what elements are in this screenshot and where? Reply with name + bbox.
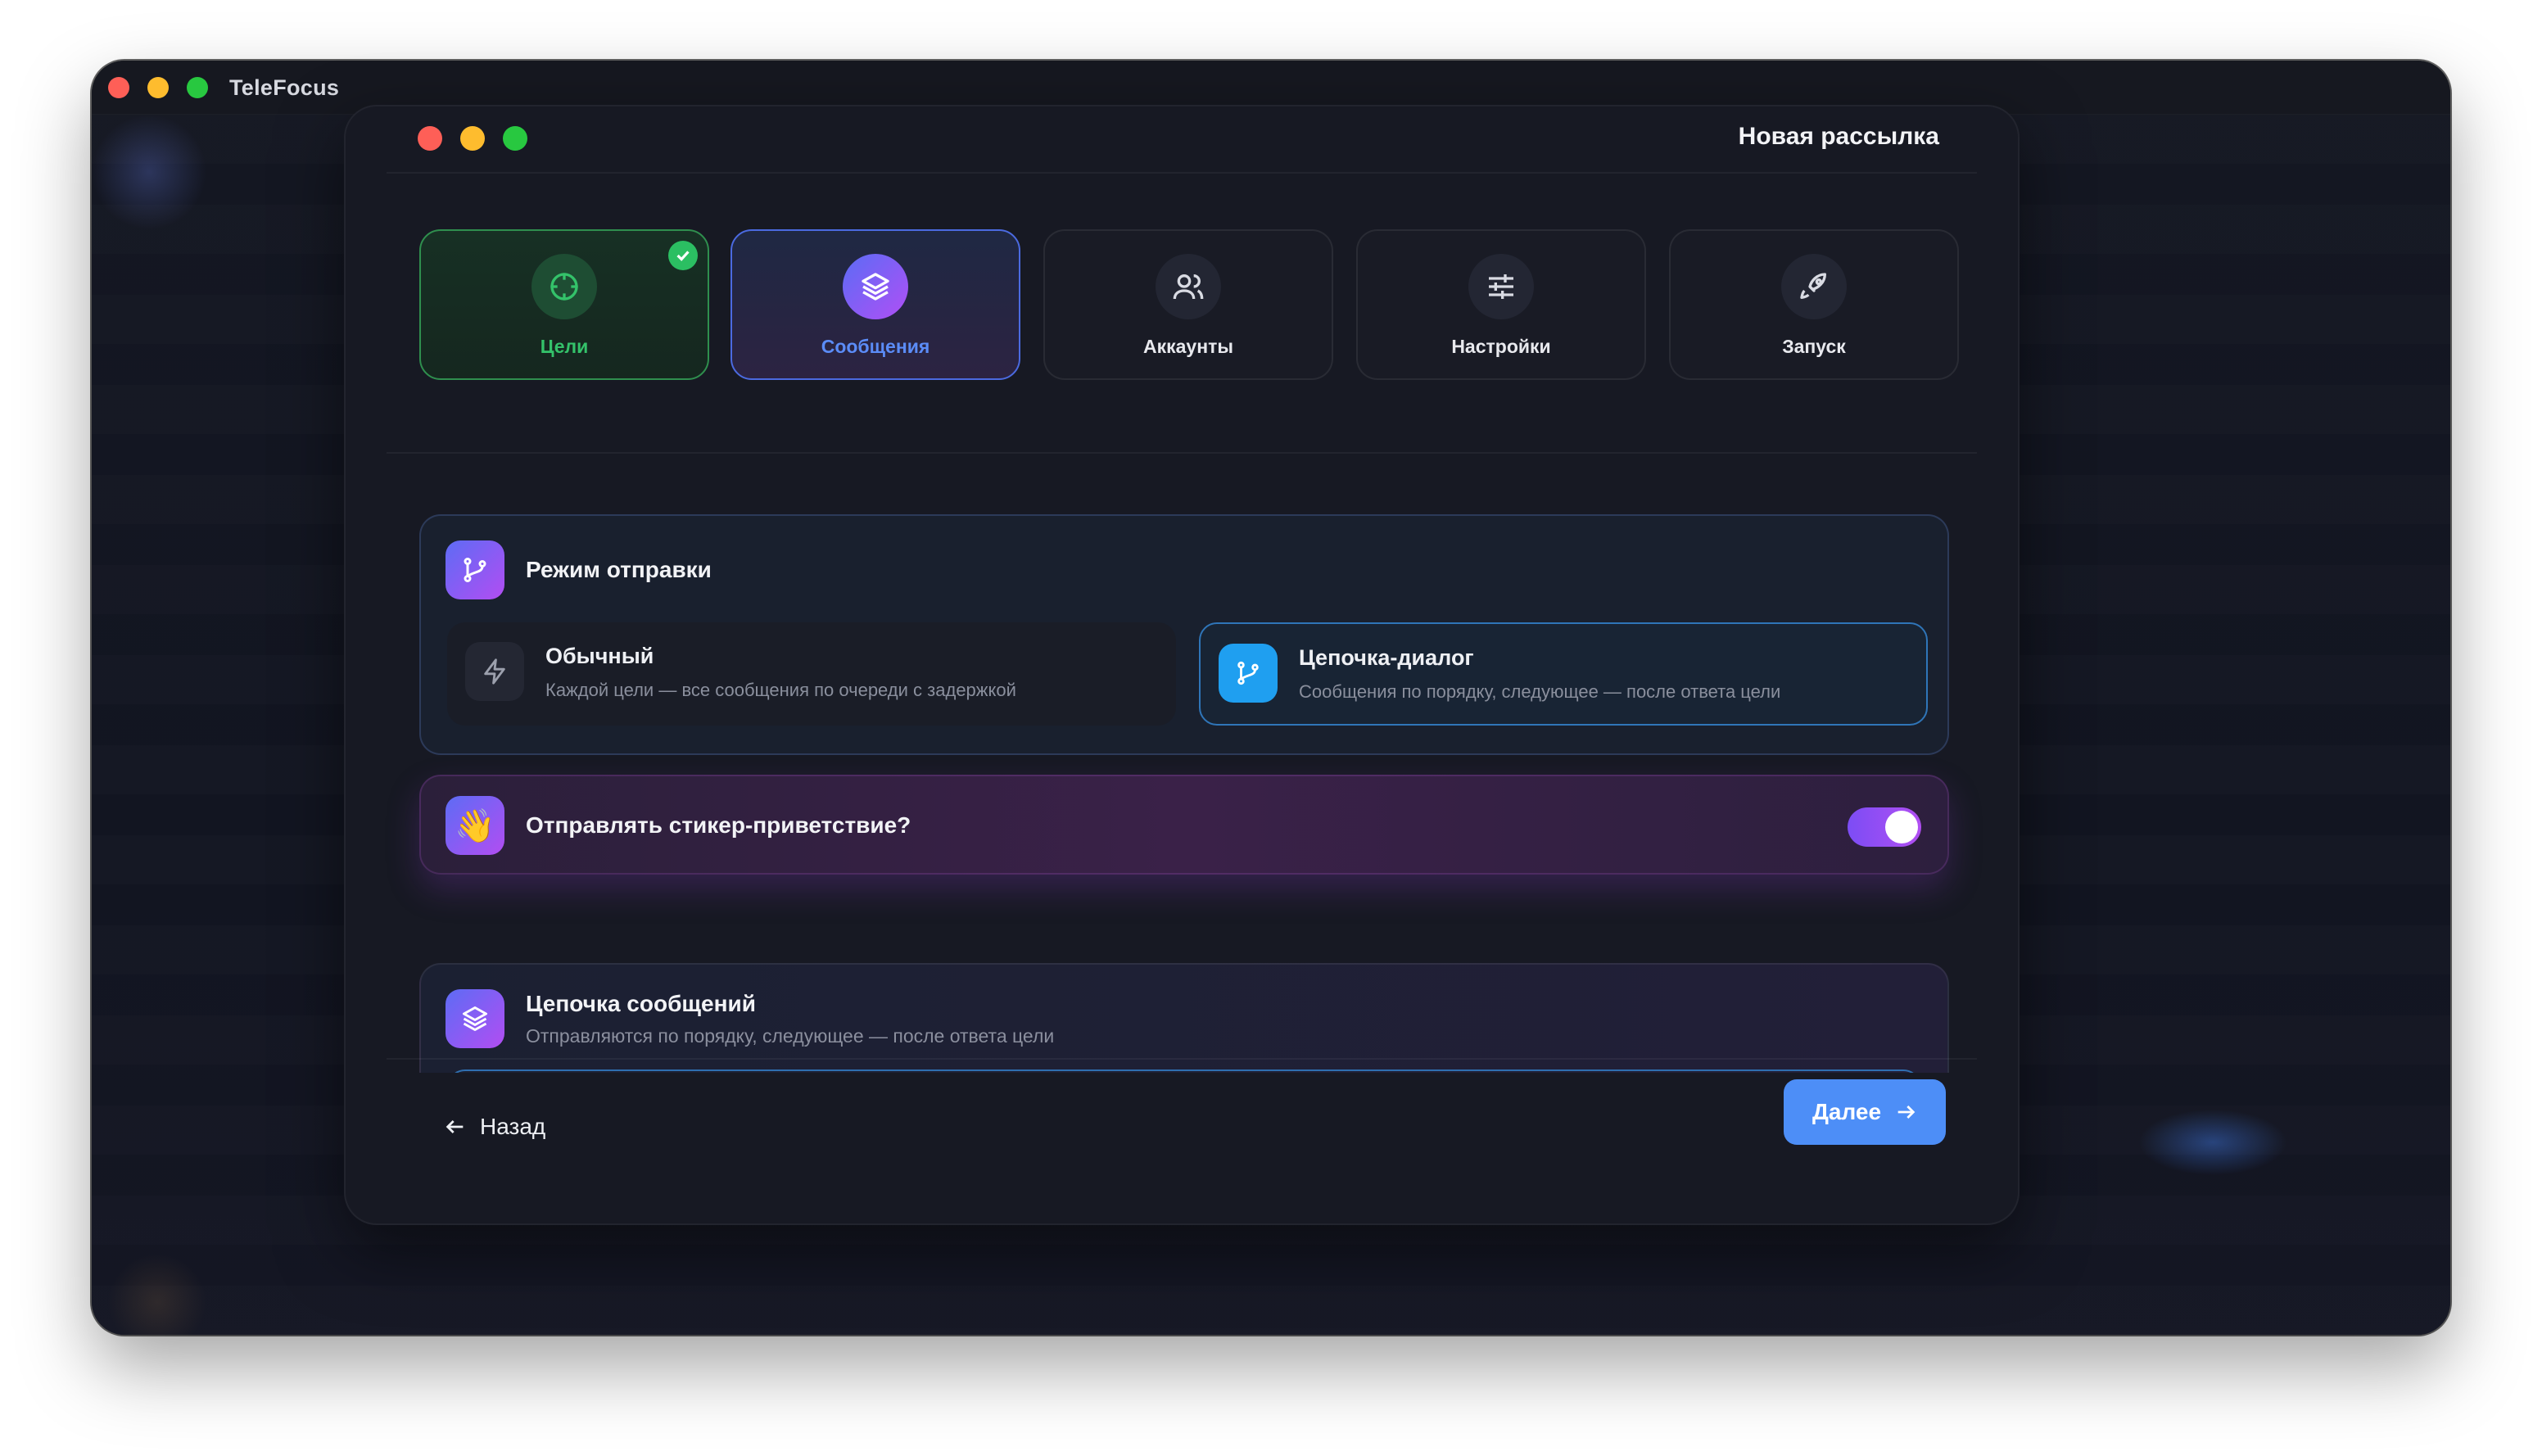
step-label: Запуск <box>1782 336 1846 357</box>
option-description: Сообщения по порядку, следующее — после … <box>1299 681 1781 702</box>
message-chain-card: Цепочка сообщений Отправляются по порядк… <box>419 963 1949 1073</box>
next-label: Далее <box>1812 1099 1882 1124</box>
send-mode-card: Режим отправки Обычный Каждой цели — все… <box>419 514 1949 755</box>
dialog-zoom-button[interactable] <box>503 126 527 151</box>
option-chain-dialog[interactable]: Цепочка-диалог Сообщения по порядку, сле… <box>1199 622 1928 726</box>
sticker-greeting-card: 👋 Отправлять стикер-приветствие? <box>419 775 1949 875</box>
minimize-button[interactable] <box>147 77 169 98</box>
dialog-close-button[interactable] <box>418 126 442 151</box>
layers-icon <box>446 989 504 1048</box>
back-label: Назад <box>480 1114 546 1139</box>
arrow-right-icon <box>1897 1106 1916 1119</box>
option-description: Каждой цели — все сообщения по очереди с… <box>545 680 1016 700</box>
step-launch[interactable]: Запуск <box>1669 229 1959 380</box>
close-button[interactable] <box>108 77 129 98</box>
step-label: Настройки <box>1451 336 1551 357</box>
step-messages[interactable]: Сообщения <box>730 229 1020 380</box>
arrow-left-icon <box>446 1120 464 1133</box>
message-chain-subtitle: Отправляются по порядку, следующее — пос… <box>526 1025 1055 1047</box>
back-button[interactable]: Назад <box>427 1104 562 1150</box>
check-icon <box>668 241 698 270</box>
step-label: Цели <box>540 336 589 357</box>
step-label: Аккаунты <box>1142 336 1233 357</box>
new-campaign-dialog: Новая рассылка Цели Сообщения Аккаунты Н… <box>344 105 2020 1225</box>
app-title: TeleFocus <box>229 75 340 100</box>
send-mode-title: Режим отправки <box>526 557 712 582</box>
sticker-title: Отправлять стикер-приветствие? <box>526 812 911 838</box>
rocket-icon <box>1781 254 1847 319</box>
target-icon <box>531 254 597 319</box>
zoom-button[interactable] <box>187 77 208 98</box>
dialog-window-controls <box>418 126 527 151</box>
message-item[interactable] <box>447 1069 1921 1073</box>
layers-icon <box>843 254 908 319</box>
sliders-icon <box>1468 254 1534 319</box>
footer-divider <box>387 1058 1977 1060</box>
wave-emoji: 👋 <box>455 807 495 844</box>
dialog-minimize-button[interactable] <box>460 126 485 151</box>
step-settings[interactable]: Настройки <box>1356 229 1646 380</box>
option-normal[interactable]: Обычный Каждой цели — все сообщения по о… <box>447 622 1176 726</box>
wave-icon: 👋 <box>446 796 504 855</box>
toggle-knob <box>1885 811 1918 843</box>
step-targets[interactable]: Цели <box>419 229 709 380</box>
next-button[interactable]: Далее <box>1784 1079 1946 1145</box>
steps-divider <box>387 452 1977 454</box>
header-divider <box>387 172 1977 174</box>
step-label: Сообщения <box>821 336 930 357</box>
sticker-toggle[interactable] <box>1848 807 1921 847</box>
option-title: Обычный <box>545 644 654 668</box>
branch-icon <box>446 540 504 599</box>
step-accounts[interactable]: Аккаунты <box>1043 229 1333 380</box>
message-chain-title: Цепочка сообщений <box>526 991 756 1016</box>
option-title: Цепочка-диалог <box>1299 645 1474 670</box>
dialog-title: Новая рассылка <box>1738 123 1939 150</box>
window-controls <box>108 77 208 98</box>
branch-icon <box>1219 644 1278 703</box>
lightning-icon <box>465 642 524 701</box>
users-icon <box>1156 254 1221 319</box>
